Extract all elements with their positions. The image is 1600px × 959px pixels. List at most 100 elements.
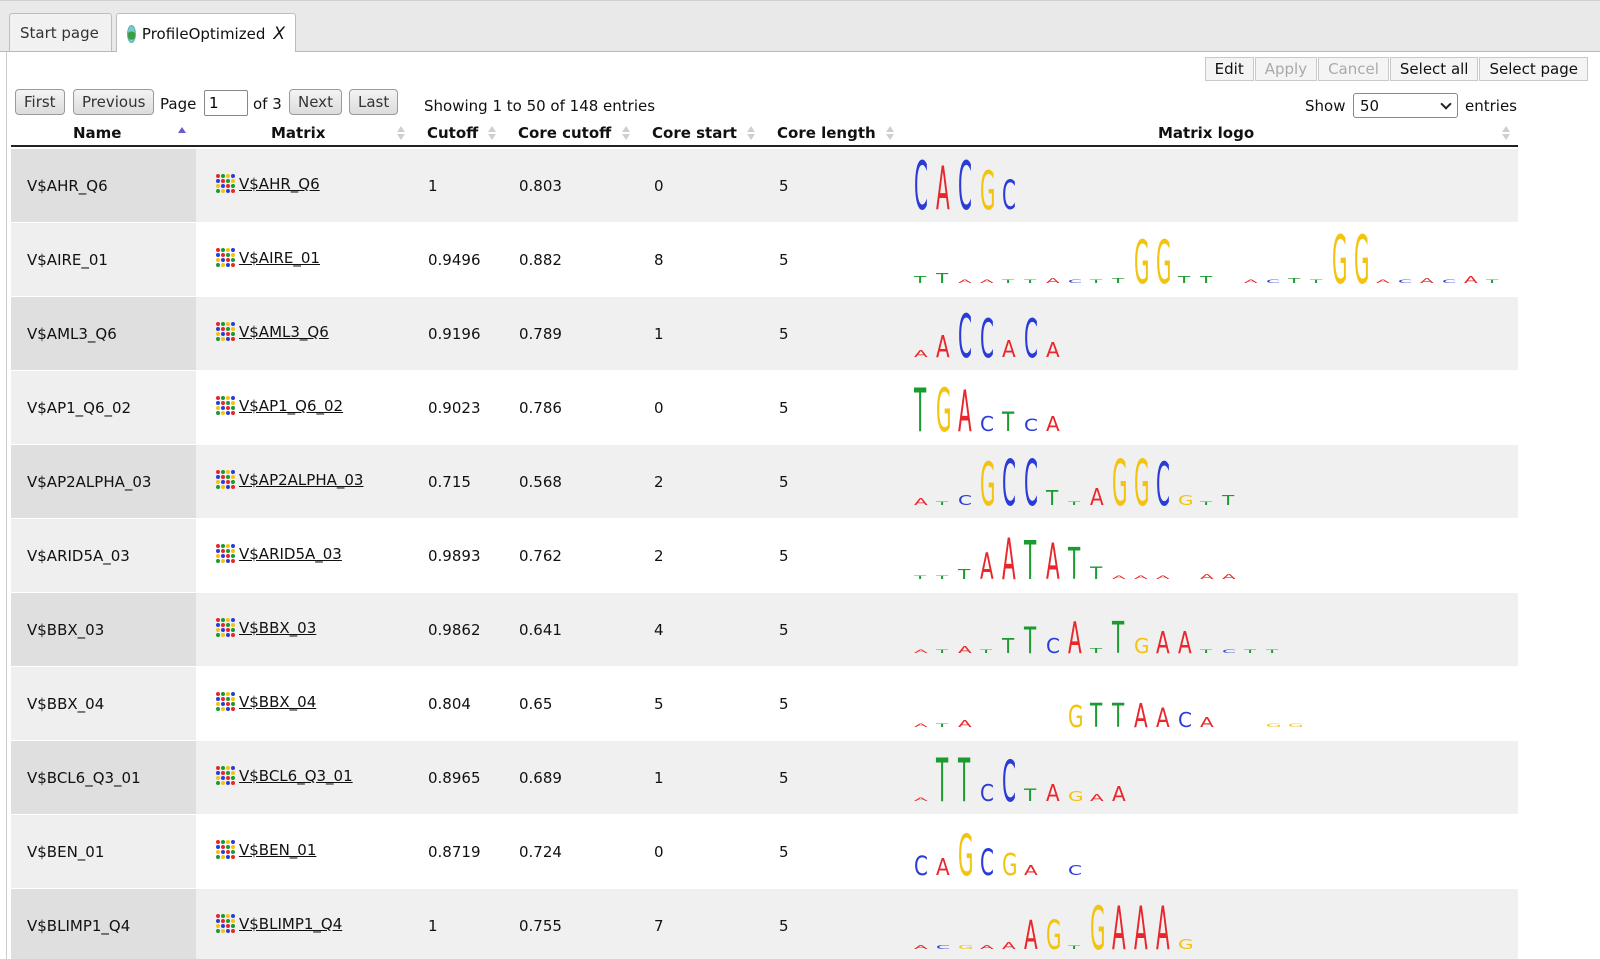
logo-letter-t: T (1001, 280, 1015, 284)
page-size-select[interactable]: 50 (1353, 93, 1458, 118)
matrix-link[interactable]: V$BCL6_Q3_01 (239, 767, 353, 785)
sort-asc-icon[interactable] (177, 126, 187, 142)
logo-letter-c: C (914, 155, 928, 215)
logo-letter-c: C (1068, 863, 1082, 879)
table-row[interactable]: V$BLIMP1_Q4 V$BLIMP1_Q4 1 0.755 7 5 A C G A A A G T G A… (11, 889, 1518, 959)
logo-letter-g: G (1068, 700, 1083, 733)
table-row[interactable]: V$AP1_Q6_02 V$AP1_Q6_02 0.9023 0.786 0 5 T G A C T… (11, 371, 1518, 444)
logo-letter-g: G (958, 824, 973, 881)
select-page-button[interactable]: Select page (1479, 57, 1588, 81)
matrix-cell: V$AIRE_01 (216, 248, 320, 268)
table-row[interactable]: V$ARID5A_03 V$ARID5A_03 0.9893 0.762 2 5 T T T A A… (11, 519, 1518, 592)
matrix-link[interactable]: V$BLIMP1_Q4 (239, 915, 342, 933)
logo-letter-t: T (1024, 531, 1037, 585)
matrix-link[interactable]: V$AP1_Q6_02 (239, 397, 343, 415)
entries-info: Showing 1 to 50 of 148 entries (424, 97, 656, 115)
logo-letter-c: C (1178, 708, 1192, 732)
core-start-value: 1 (654, 769, 664, 787)
logo-letter-t: T (914, 274, 927, 286)
matrix-logo: TTTAATATTAAAAA (914, 525, 1514, 585)
matrix-link[interactable]: V$BBX_04 (239, 693, 316, 711)
table-row[interactable]: V$AHR_Q6 V$AHR_Q6 1 0.803 0 5 C A C G C (11, 149, 1518, 222)
table-row[interactable]: V$AML3_Q6 V$AML3_Q6 0.9196 0.789 1 5 A A C C A C A (11, 297, 1518, 370)
page-number-input[interactable] (204, 90, 248, 116)
logo-letter-a: A (1002, 337, 1016, 363)
core-start-value: 1 (654, 325, 664, 343)
table-row[interactable]: V$AIRE_01 V$AIRE_01 0.9496 0.882 8 5 T T A A T T A C T… (11, 223, 1518, 296)
matrix-link[interactable]: V$BBX_03 (239, 619, 316, 637)
logo-letter-c: C (958, 303, 972, 363)
next-page-button[interactable]: Next (289, 89, 342, 115)
logo-letter-t: T (1287, 277, 1302, 285)
core-length-value: 5 (779, 399, 789, 417)
core-cutoff-value: 0.882 (519, 251, 562, 269)
matrix-link[interactable]: V$AHR_Q6 (239, 175, 320, 193)
core-start-value: 0 (654, 843, 664, 861)
matrix-logo: ACGAAAGTGAAAG (914, 895, 1514, 955)
logo-letter-t: T (979, 650, 993, 654)
core-length-value: 5 (779, 843, 789, 861)
close-tab-icon[interactable]: X (273, 24, 285, 44)
table-row[interactable]: V$BBX_04 V$BBX_04 0.804 0.65 5 5 A T A G T T A A C A G G (11, 667, 1518, 740)
sort-icon[interactable] (1501, 126, 1511, 142)
column-header-matrix-logo[interactable]: Matrix logo (1158, 124, 1254, 142)
sort-icon[interactable] (746, 126, 756, 142)
table-row[interactable]: V$BEN_01 V$BEN_01 0.8719 0.724 0 5 C A G C G A C (11, 815, 1518, 888)
sort-icon[interactable] (487, 126, 497, 142)
site-name: V$BLIMP1_Q4 (27, 917, 131, 935)
previous-page-button[interactable]: Previous (73, 89, 155, 115)
tab-bar: Start page ProfileOptimized X (0, 0, 1600, 53)
table-row[interactable]: V$BBX_03 V$BBX_03 0.9862 0.641 4 5 A T A T T T C A T T G… (11, 593, 1518, 666)
tab-profile-optimized[interactable]: ProfileOptimized X (116, 13, 296, 53)
column-header-cutoff[interactable]: Cutoff (427, 124, 478, 142)
logo-letter-c: C (1046, 634, 1060, 658)
matrix-link[interactable]: V$BEN_01 (239, 841, 316, 859)
matrix-link[interactable]: V$AIRE_01 (239, 249, 320, 267)
logo-letter-t: T (1485, 280, 1499, 284)
logo-letter-g: G (1134, 634, 1150, 658)
logo-letter-t: T (935, 502, 949, 506)
logo-letter-c: C (980, 781, 994, 807)
logo-letter-a: A (1112, 576, 1126, 580)
matrix-icon (216, 396, 236, 416)
logo-letter-t: T (935, 576, 949, 580)
logo-letter-c: C (1222, 650, 1236, 654)
site-name: V$BBX_03 (27, 621, 105, 639)
sort-icon[interactable] (621, 126, 631, 142)
cutoff-value: 0.9023 (428, 399, 481, 417)
matrix-link[interactable]: V$AML3_Q6 (239, 323, 329, 341)
sort-icon[interactable] (885, 126, 895, 142)
column-header-core-start[interactable]: Core start (652, 124, 737, 142)
column-header-core-length[interactable]: Core length (777, 124, 876, 142)
table-row[interactable]: V$AP2ALPHA_03 V$AP2ALPHA_03 0.715 0.568 2 5 A T… (11, 445, 1518, 518)
matrix-icon (216, 914, 236, 934)
logo-letter-t: T (957, 567, 971, 583)
matrix-link[interactable]: V$ARID5A_03 (239, 545, 342, 563)
logo-svg: CACGC (914, 155, 1016, 215)
apply-button[interactable]: Apply (1254, 57, 1318, 81)
logo-letter-a: A (958, 280, 972, 284)
matrix-cell: V$BBX_04 (216, 692, 316, 712)
matrix-link[interactable]: V$AP2ALPHA_03 (239, 471, 363, 489)
cancel-button[interactable]: Cancel (1318, 57, 1389, 81)
logo-letter-c: C (980, 309, 994, 363)
logo-letter-g: G (1002, 848, 1017, 881)
core-length-value: 5 (779, 917, 789, 935)
column-header-name[interactable]: Name (73, 124, 121, 142)
last-page-button[interactable]: Last (349, 89, 399, 115)
tab-start-page[interactable]: Start page (9, 13, 112, 51)
edit-button[interactable]: Edit (1204, 57, 1254, 81)
core-cutoff-value: 0.568 (519, 473, 562, 491)
select-all-button[interactable]: Select all (1389, 57, 1479, 81)
table-row[interactable]: V$BCL6_Q3_01 V$BCL6_Q3_01 0.8965 0.689 1 5 A T T… (11, 741, 1518, 814)
logo-letter-a: A (1046, 781, 1060, 807)
page-size-value: 50 (1360, 96, 1380, 115)
logo-svg: ATAGTTAACAGG (914, 697, 1303, 733)
first-page-button[interactable]: First (15, 89, 65, 115)
column-header-matrix[interactable]: Matrix (271, 124, 325, 142)
logo-letter-a: A (1134, 697, 1148, 733)
site-name: V$AIRE_01 (27, 251, 108, 269)
column-header-core-cutoff[interactable]: Core cutoff (518, 124, 611, 142)
sort-icon[interactable] (396, 126, 406, 142)
logo-letter-t: T (1243, 650, 1257, 654)
